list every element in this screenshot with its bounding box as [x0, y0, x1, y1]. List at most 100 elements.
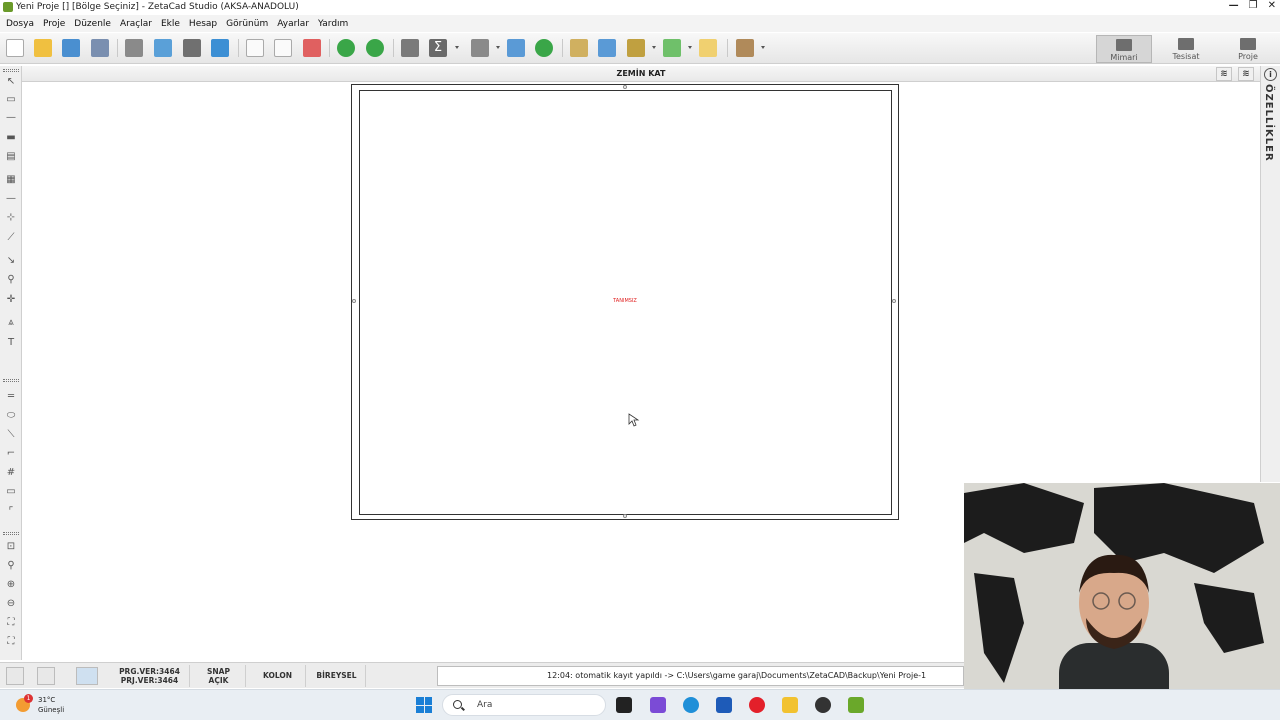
layout-icon[interactable] — [154, 39, 172, 57]
mode-tesisat-button[interactable]: Tesisat — [1158, 35, 1214, 63]
copy-icon[interactable] — [246, 39, 264, 57]
close-button[interactable]: ✕ — [1268, 0, 1276, 11]
zoom-window-icon[interactable]: ⊡ — [5, 541, 17, 553]
text-icon[interactable]: T — [5, 337, 17, 349]
store-icon[interactable] — [716, 697, 732, 713]
resize-handle[interactable] — [623, 514, 627, 518]
house-icon[interactable] — [471, 39, 489, 57]
move-icon[interactable]: ✛ — [5, 294, 17, 306]
zoom-out-icon[interactable]: ⊖ — [5, 598, 17, 610]
snap-toggle[interactable]: SNAP AÇIK — [192, 665, 246, 687]
check-icon[interactable] — [535, 39, 553, 57]
recorder-icon[interactable] — [815, 697, 831, 713]
settings-icon[interactable] — [6, 667, 24, 685]
menu-araclar[interactable]: Araçlar — [120, 19, 152, 29]
ellipse-icon[interactable]: ⬭ — [5, 410, 17, 422]
pointer-icon[interactable]: ↘ — [5, 255, 17, 267]
menu-gorunum[interactable]: Görünüm — [226, 19, 268, 29]
menu-yardim[interactable]: Yardım — [318, 19, 348, 29]
redo-icon[interactable] — [366, 39, 384, 57]
zoom-in-icon[interactable]: ⊕ — [5, 579, 17, 591]
edit-icon[interactable] — [211, 39, 229, 57]
toolbar-grip[interactable] — [3, 532, 19, 535]
stair-icon[interactable]: ▦ — [5, 174, 17, 186]
menu-ekle[interactable]: Ekle — [161, 19, 180, 29]
report-icon[interactable] — [570, 39, 588, 57]
pipe-icon[interactable]: ⟍ — [5, 429, 17, 441]
3d-box-icon[interactable] — [663, 39, 681, 57]
back-icon[interactable] — [401, 39, 419, 57]
calculator-icon[interactable] — [507, 39, 525, 57]
dropdown-caret-icon[interactable] — [652, 46, 656, 49]
beam-icon[interactable]: — — [5, 193, 17, 205]
dropdown-caret-icon[interactable] — [761, 46, 765, 49]
monitor-icon[interactable] — [76, 667, 98, 685]
undo-icon[interactable] — [337, 39, 355, 57]
floor-title[interactable]: ZEMİN KAT — [617, 69, 666, 78]
weather-widget[interactable]: 1 31°C Güneşli — [14, 693, 84, 717]
zetacad-app-icon[interactable] — [848, 697, 864, 713]
mirror-icon[interactable]: ⩓ — [5, 317, 17, 329]
app-icon[interactable] — [650, 697, 666, 713]
corner-icon[interactable]: ⌐ — [5, 448, 17, 460]
paste-icon[interactable] — [274, 39, 292, 57]
shield-icon[interactable] — [37, 667, 55, 685]
kolon-toggle[interactable]: KOLON — [250, 665, 306, 687]
print-icon[interactable] — [125, 39, 143, 57]
window-icon[interactable]: ▤ — [5, 151, 17, 163]
restore-button[interactable]: ❐ — [1249, 0, 1258, 11]
task-view-icon[interactable] — [616, 697, 632, 713]
properties-panel-tab[interactable]: i ÖZELLİKLER — [1260, 66, 1280, 482]
file-explorer-icon[interactable] — [782, 697, 798, 713]
dropdown-caret-icon[interactable] — [455, 46, 459, 49]
wall-icon[interactable]: ▭ — [5, 94, 17, 106]
mode-mimari-button[interactable]: Mimari — [1096, 35, 1152, 63]
resize-handle[interactable] — [623, 85, 627, 89]
minimize-button[interactable]: — — [1229, 0, 1239, 11]
resize-handle[interactable] — [352, 299, 356, 303]
taskbar-search[interactable]: Ara — [442, 694, 606, 716]
start-button[interactable] — [416, 697, 432, 713]
frame-icon[interactable]: ⌜ — [5, 506, 17, 518]
save-as-icon[interactable] — [91, 39, 109, 57]
diagonal-icon[interactable]: ⟋ — [5, 232, 17, 244]
resize-handle[interactable] — [892, 299, 896, 303]
bireysel-toggle[interactable]: BİREYSEL — [308, 665, 366, 687]
zoom-icon[interactable]: ⚲ — [5, 560, 17, 572]
menu-dosya[interactable]: Dosya — [6, 19, 34, 29]
info-icon[interactable]: i — [1264, 68, 1277, 81]
dropdown-caret-icon[interactable] — [688, 46, 692, 49]
mode-proje-button[interactable]: Proje — [1220, 35, 1276, 63]
slab-icon[interactable]: ═ — [5, 391, 17, 403]
pin-icon[interactable]: ⚲ — [5, 274, 17, 286]
menu-ayarlar[interactable]: Ayarlar — [277, 19, 309, 29]
menu-hesap[interactable]: Hesap — [189, 19, 217, 29]
menu-duzenle[interactable]: Düzenle — [74, 19, 111, 29]
menu-proje[interactable]: Proje — [43, 19, 65, 29]
sigma-icon[interactable]: Σ — [429, 39, 447, 57]
save-icon[interactable] — [62, 39, 80, 57]
image-icon[interactable] — [627, 39, 645, 57]
rect-icon[interactable]: ▭ — [5, 486, 17, 498]
select-arrow-icon[interactable]: ↖ — [5, 76, 17, 88]
dropdown-caret-icon[interactable] — [496, 46, 500, 49]
door-icon[interactable]: ▬ — [5, 132, 17, 144]
line-icon[interactable]: — — [5, 112, 17, 124]
layers-icon[interactable]: ≋ — [1216, 67, 1232, 81]
folder-copy-icon[interactable] — [699, 39, 717, 57]
edge-browser-icon[interactable] — [683, 697, 699, 713]
layers-alt-icon[interactable]: ≋ — [1238, 67, 1254, 81]
plot-icon[interactable] — [183, 39, 201, 57]
curve-icon[interactable] — [598, 39, 616, 57]
point-icon[interactable]: ⊹ — [5, 212, 17, 224]
zoom-extents-icon[interactable]: ⛶ — [5, 617, 17, 629]
fullscreen-icon[interactable]: ⛶ — [5, 636, 17, 648]
toolbar-grip[interactable] — [3, 69, 19, 72]
new-file-icon[interactable] — [6, 39, 24, 57]
open-folder-icon[interactable] — [34, 39, 52, 57]
opera-browser-icon[interactable] — [749, 697, 765, 713]
grid-icon[interactable]: # — [5, 467, 17, 479]
eraser-icon[interactable] — [303, 39, 321, 57]
toolbox-icon[interactable] — [736, 39, 754, 57]
toolbar-grip[interactable] — [3, 379, 19, 382]
